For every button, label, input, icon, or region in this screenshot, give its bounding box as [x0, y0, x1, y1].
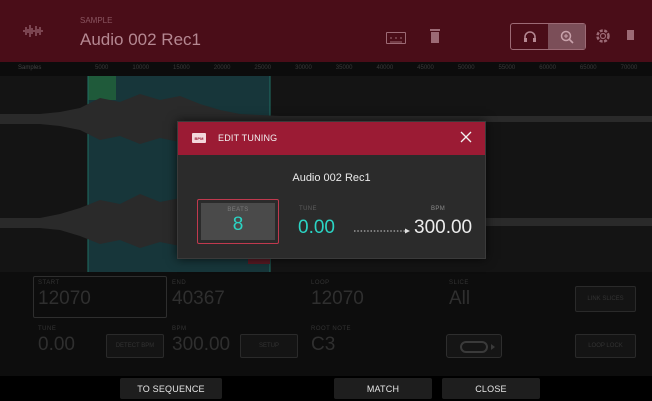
dotted-arrow-icon [354, 228, 410, 234]
beats-label: BEATS [227, 207, 249, 213]
start-value: 12070 [38, 288, 91, 309]
ruler-tick: 50000 [457, 65, 475, 71]
beats-value: 8 [232, 214, 244, 235]
dialog-tune-label: TUNE [299, 206, 317, 212]
link-slices-button[interactable]: LINK SLICES [575, 286, 636, 312]
tune-param[interactable]: TUNE 0.00 [38, 326, 75, 356]
beats-field[interactable]: BEATS 8 [197, 199, 279, 244]
sample-title[interactable]: Audio 002 Rec1 [80, 30, 201, 50]
slice-param[interactable]: SLICE All [449, 280, 470, 310]
ruler-tick: 65000 [579, 65, 597, 71]
footer-bar: TO SEQUENCE MATCH CLOSE [0, 376, 652, 401]
slice-label: SLICE [449, 280, 469, 286]
keyboard-icon[interactable] [386, 32, 406, 44]
ruler-tick: 30000 [295, 65, 312, 71]
ruler-tick: 5000 [95, 65, 109, 71]
ruler-tick: 10000 [132, 65, 150, 71]
header-button-group [510, 23, 586, 50]
sample-ruler: Samples 5000 10000 15000 20000 25000 300… [0, 62, 652, 76]
gear-icon[interactable] [594, 27, 612, 45]
bpm-param[interactable]: BPM 300.00 [172, 326, 230, 356]
start-label: START [38, 280, 60, 286]
close-button[interactable]: CLOSE [442, 378, 540, 399]
root-note-value: C3 [311, 334, 336, 355]
trash-icon[interactable] [429, 28, 441, 44]
dialog-header: BPM EDIT TUNING [178, 122, 485, 155]
close-icon[interactable] [459, 130, 473, 144]
tune-label: TUNE [38, 326, 57, 332]
end-label: END [172, 280, 187, 286]
menu-icon[interactable] [627, 30, 634, 40]
tune-value: 0.00 [38, 334, 75, 355]
edit-tuning-dialog: BPM EDIT TUNING Audio 002 Rec1 BEATS 8 T… [177, 121, 486, 259]
root-note-label: ROOT NOTE [311, 326, 352, 332]
setup-button[interactable]: SETUP [240, 334, 298, 358]
headphones-button[interactable] [511, 24, 548, 49]
end-param[interactable]: END 40367 [172, 280, 225, 310]
dialog-title: EDIT TUNING [218, 133, 278, 143]
zoom-button[interactable] [548, 24, 585, 49]
header-bar: SAMPLE Audio 002 Rec1 [0, 0, 652, 62]
bpm-badge-icon: BPM [192, 133, 206, 143]
to-sequence-button[interactable]: TO SEQUENCE [120, 378, 222, 399]
ruler-ticks: 5000 10000 15000 20000 25000 30000 35000… [95, 65, 652, 71]
dialog-bpm-value: 300.00 [414, 217, 473, 238]
ruler-tick: 70000 [620, 65, 638, 71]
match-button[interactable]: MATCH [334, 378, 432, 399]
bpm-value: 300.00 [172, 334, 231, 355]
detect-bpm-button[interactable]: DETECT BPM [106, 334, 164, 358]
end-value: 40367 [172, 288, 225, 309]
slice-value: All [449, 288, 471, 309]
dialog-sample-name: Audio 002 Rec1 [292, 172, 371, 184]
loop-play-button[interactable] [446, 334, 502, 358]
ruler-label: Samples [18, 65, 42, 71]
headphones-icon [523, 31, 536, 42]
zoom-icon [560, 30, 574, 44]
sample-params-panel: START 12070 END 40367 LOOP 12070 SLICE A… [0, 272, 652, 376]
ruler-tick: 60000 [539, 65, 556, 71]
ruler-tick: 45000 [417, 65, 434, 71]
ruler-tick: 20000 [213, 65, 231, 71]
waveform-icon [23, 25, 43, 37]
dialog-tune-value[interactable]: 0.00 [298, 217, 335, 239]
root-note-param[interactable]: ROOT NOTE C3 [311, 326, 351, 356]
loop-lock-button[interactable]: LOOP LOCK [575, 334, 636, 358]
loop-label: LOOP [311, 280, 330, 286]
ruler-tick: 35000 [335, 65, 353, 71]
dialog-bpm-label: BPM [431, 206, 446, 212]
bpm-label: BPM [172, 326, 187, 332]
start-param[interactable]: START 12070 [38, 280, 91, 310]
ruler-tick: 55000 [498, 65, 516, 71]
header-small-label: SAMPLE [80, 16, 113, 25]
ruler-tick: 40000 [376, 65, 394, 71]
loop-play-icon [460, 341, 495, 353]
ruler-tick: 15000 [173, 65, 190, 71]
ruler-tick: 25000 [254, 65, 272, 71]
loop-value: 12070 [311, 288, 364, 309]
loop-param[interactable]: LOOP 12070 [311, 280, 364, 310]
